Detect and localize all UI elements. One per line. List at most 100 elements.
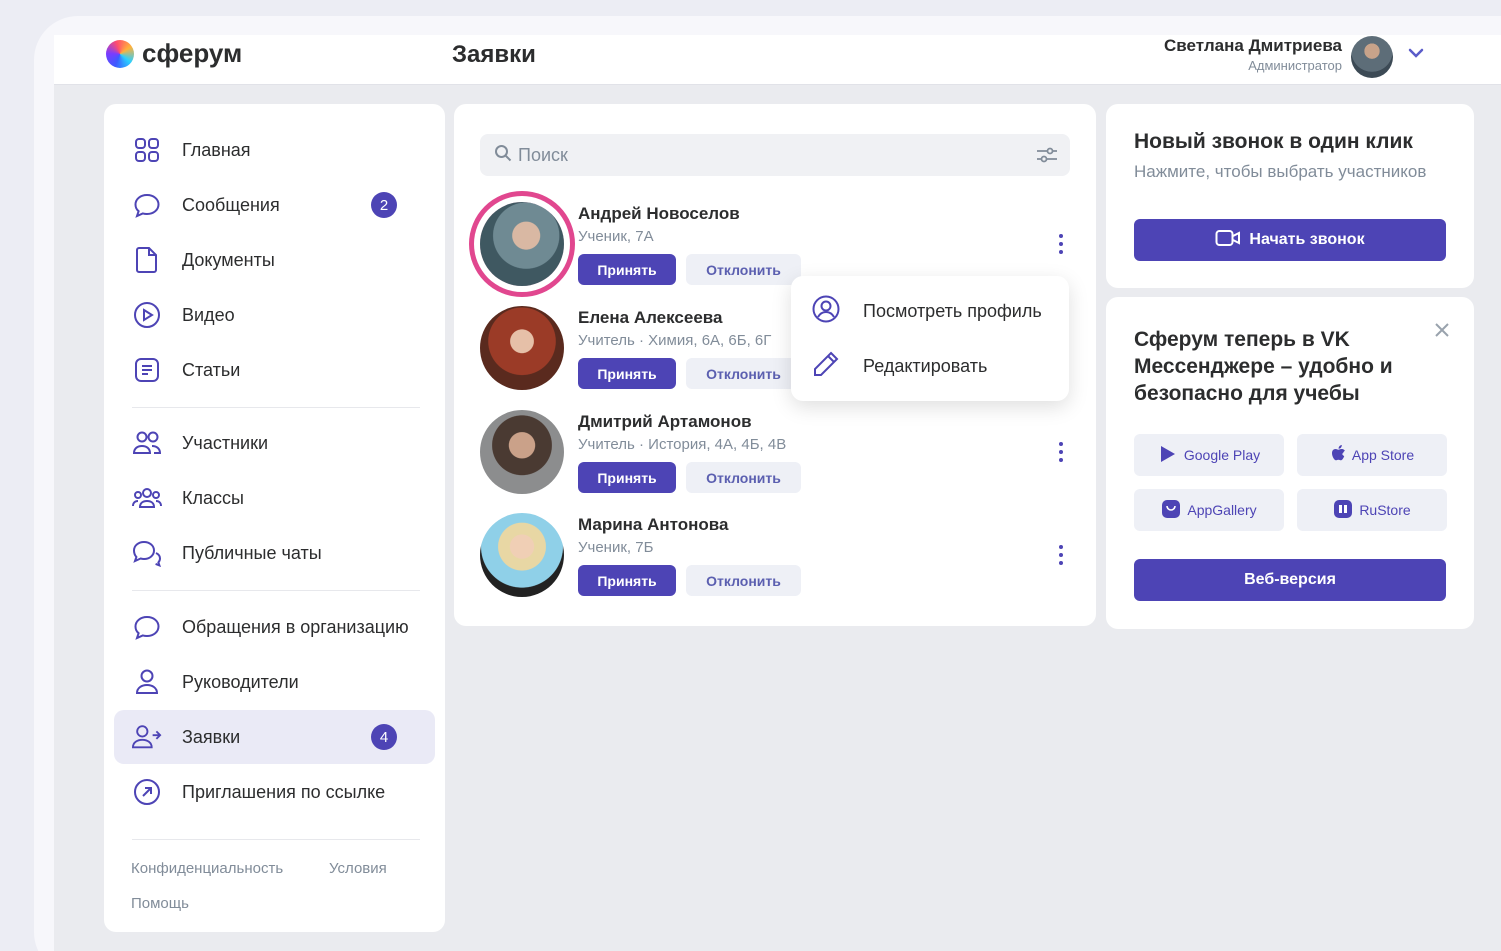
request-subtitle: Учитель · История, 4А, 4Б, 4В [578,436,787,453]
app-store-button[interactable]: App Store [1297,434,1447,476]
pencil-icon [811,349,841,384]
request-item: Дмитрий Артамонов Учитель · История, 4А,… [480,410,1070,510]
more-vertical-icon[interactable] [1058,234,1064,254]
accept-button[interactable]: Принять [578,565,676,596]
web-version-button[interactable]: Веб-версия [1134,559,1446,601]
decline-button[interactable]: Отклонить [686,462,801,493]
user-avatar[interactable] [1351,36,1393,78]
decline-button[interactable]: Отклонить [686,565,801,596]
menu-item-edit[interactable]: Редактировать [811,346,987,386]
menu-item-label: Редактировать [863,355,988,376]
sidebar-item-label: Обращения в организацию [182,616,409,637]
request-name[interactable]: Андрей Новоселов [578,204,740,224]
divider [132,590,420,591]
sidebar-item-members[interactable]: Участники [114,416,435,470]
sidebar-item-articles[interactable]: Статьи [114,343,435,397]
sidebar-item-documents[interactable]: Документы [114,233,435,287]
rustore-icon [1333,499,1353,522]
person-icon [132,667,162,697]
promo-card: Сферум теперь в VK Мессенджере – удобно … [1106,297,1474,629]
user-role: Администратор [1248,58,1342,73]
request-name[interactable]: Дмитрий Артамонов [578,412,752,432]
new-call-card: Новый звонок в один клик Нажмите, чтобы … [1106,104,1474,288]
rustore-button[interactable]: RuStore [1297,489,1447,531]
user-name: Светлана Дмитриева [1164,36,1342,55]
play-circle-icon [132,300,162,330]
public-chat-icon [132,538,162,568]
sidebar-item-label: Руководители [182,671,299,692]
sidebar-item-invites[interactable]: Приглашения по ссылке [114,765,435,819]
sidebar-item-messages[interactable]: Сообщения 2 [114,178,435,232]
store-label: App Store [1351,447,1415,463]
decline-button[interactable]: Отклонить [686,358,801,389]
search-input[interactable] [518,144,1018,166]
sidebar-item-label: Документы [182,249,275,270]
sidebar-item-requests[interactable]: Заявки 4 [114,710,435,764]
store-label: AppGallery [1187,502,1257,518]
request-item: Марина Антонова Ученик, 7Б Принять Откло… [480,513,1070,613]
store-label: RuStore [1359,502,1411,518]
sidebar-item-label: Главная [182,139,251,160]
context-menu: Посмотреть профиль Редактировать [791,276,1069,401]
page-title: Заявки [452,41,536,68]
terms-link[interactable]: Условия [329,860,387,877]
search-bar[interactable] [480,134,1070,176]
request-avatar[interactable] [480,513,564,597]
sidebar-item-public-chats[interactable]: Публичные чаты [114,526,435,580]
chat-bubble-icon [132,190,162,220]
more-vertical-icon[interactable] [1058,442,1064,462]
filter-icon[interactable] [1036,146,1058,169]
request-avatar[interactable] [480,410,564,494]
sidebar-item-appeals[interactable]: Обращения в организацию [114,600,435,654]
decline-button[interactable]: Отклонить [686,254,801,285]
people-icon [132,428,162,458]
chevron-down-icon[interactable] [1408,43,1424,64]
sidebar-item-classes[interactable]: Классы [114,471,435,525]
requests-badge: 4 [371,724,397,750]
divider [132,839,420,840]
sidebar-item-label: Сообщения [182,194,280,215]
sidebar-item-managers[interactable]: Руководители [114,655,435,709]
request-avatar[interactable] [480,202,564,286]
promo-title: Сферум теперь в VK Мессенджере – удобно … [1134,328,1393,405]
store-label: Google Play [1183,447,1261,463]
sidebar: Главная Сообщения 2 Документы Видео Стат… [104,104,445,932]
logo-mark-icon [106,39,134,68]
start-call-button[interactable]: Начать звонок [1134,219,1446,261]
sidebar-item-label: Видео [182,304,235,325]
privacy-link[interactable]: Конфиденциальность [131,860,283,877]
appgallery-button[interactable]: AppGallery [1134,489,1284,531]
accept-button[interactable]: Принять [578,254,676,285]
sidebar-item-label: Участники [182,432,268,453]
unread-badge: 2 [371,192,397,218]
sidebar-item-label: Статьи [182,359,241,380]
sidebar-item-label: Публичные чаты [182,542,322,563]
profile-circle-icon [811,294,841,329]
sidebar-item-video[interactable]: Видео [114,288,435,342]
sidebar-item-label: Классы [182,487,244,508]
request-subtitle: Учитель · Химия, 6А, 6Б, 6Г [578,332,772,349]
sidebar-item-home[interactable]: Главная [114,123,435,177]
google-play-button[interactable]: Google Play [1134,434,1284,476]
divider [132,407,420,408]
request-name[interactable]: Елена Алексеева [578,308,722,328]
top-bar: сферум Заявки Светлана Дмитриева Админис… [54,35,1501,85]
call-card-subtitle: Нажмите, чтобы выбрать участников [1134,162,1427,181]
app-logo[interactable]: сферум [106,38,242,69]
request-subtitle: Ученик, 7А [578,228,654,245]
document-icon [132,245,162,275]
accept-button[interactable]: Принять [578,462,676,493]
menu-item-label: Посмотреть профиль [863,300,1042,321]
close-icon[interactable] [1434,321,1450,344]
user-info[interactable]: Светлана Дмитриева Администратор [1164,35,1342,73]
more-vertical-icon[interactable] [1058,545,1064,565]
apple-icon [1330,444,1346,466]
appgallery-icon [1161,499,1181,522]
request-avatar[interactable] [480,306,564,390]
search-icon [494,144,512,167]
request-subtitle: Ученик, 7Б [578,539,654,556]
request-name[interactable]: Марина Антонова [578,515,728,535]
help-link[interactable]: Помощь [131,895,189,912]
menu-item-view-profile[interactable]: Посмотреть профиль [811,291,1042,331]
accept-button[interactable]: Принять [578,358,676,389]
